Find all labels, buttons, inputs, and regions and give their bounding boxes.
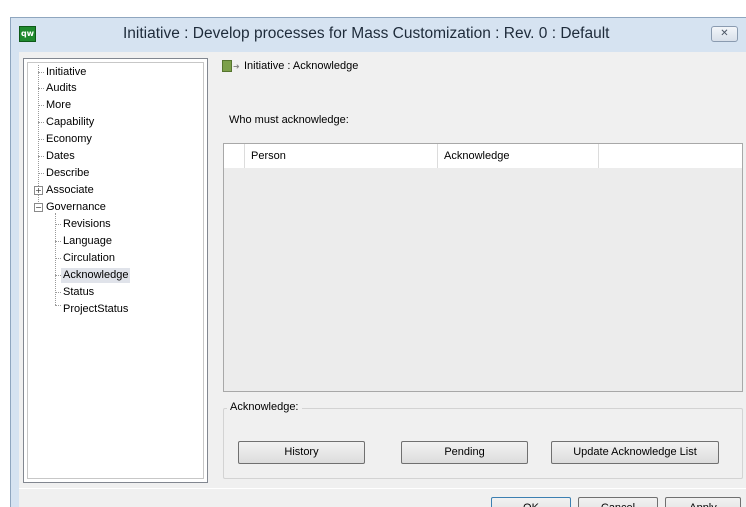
tree-item-language[interactable]: Language [61, 234, 114, 249]
tree-item-acknowledge[interactable]: Acknowledge [61, 268, 131, 283]
tree-item-describe[interactable]: Describe [44, 166, 91, 181]
apply-button[interactable]: Apply [665, 497, 741, 507]
acknowledge-group-label: Acknowledge: [227, 401, 302, 413]
pending-button[interactable]: Pending [401, 441, 528, 464]
tree-item-status[interactable]: Status [61, 285, 96, 300]
cancel-button[interactable]: Cancel [578, 497, 658, 507]
tree-item-circulation[interactable]: Circulation [61, 251, 117, 266]
close-icon: ✕ [720, 28, 729, 39]
dialog-body: Initiative Audits More Capability Econom… [19, 52, 746, 507]
grid-row-selector-header [224, 144, 245, 168]
acknowledge-grid[interactable]: Person Acknowledge [223, 143, 743, 392]
tree-inner-frame: Initiative Audits More Capability Econom… [27, 62, 204, 479]
who-must-acknowledge-label: Who must acknowledge: [229, 114, 349, 126]
column-header-person[interactable]: Person [245, 144, 438, 168]
app-logo-icon: qw [19, 26, 36, 42]
ok-button[interactable]: OK [491, 497, 571, 507]
tree-item-associate[interactable]: Associate [44, 183, 96, 198]
column-header-empty [599, 144, 743, 168]
dialog-window: qw Initiative : Develop processes for Ma… [10, 17, 746, 507]
document-icon [222, 60, 232, 72]
footer-separator [19, 488, 746, 489]
tree-item-governance[interactable]: Governance [44, 200, 108, 215]
tree-item-economy[interactable]: Economy [44, 132, 94, 147]
arrow-right-icon: ➜ [233, 62, 240, 71]
grid-header: Person Acknowledge [224, 144, 742, 168]
column-header-acknowledge[interactable]: Acknowledge [438, 144, 599, 168]
tree-item-audits[interactable]: Audits [44, 81, 79, 96]
close-button[interactable]: ✕ [711, 26, 738, 42]
tree-item-projectstatus[interactable]: ProjectStatus [61, 302, 130, 317]
history-button[interactable]: History [238, 441, 365, 464]
tree-item-initiative[interactable]: Initiative [44, 65, 88, 80]
navigation-tree[interactable]: Initiative Audits More Capability Econom… [23, 58, 208, 483]
title-bar[interactable]: qw Initiative : Develop processes for Ma… [11, 18, 746, 52]
tree-item-revisions[interactable]: Revisions [61, 217, 113, 232]
tree-item-capability[interactable]: Capability [44, 115, 96, 130]
tree-item-more[interactable]: More [44, 98, 73, 113]
tree-item-dates[interactable]: Dates [44, 149, 77, 164]
tree-collapse-icon[interactable]: − [34, 203, 43, 212]
panel-title: Initiative : Acknowledge [244, 60, 359, 72]
update-acknowledge-list-button[interactable]: Update Acknowledge List [551, 441, 719, 464]
window-title: Initiative : Develop processes for Mass … [123, 25, 610, 42]
tree-expand-icon[interactable]: + [34, 186, 43, 195]
